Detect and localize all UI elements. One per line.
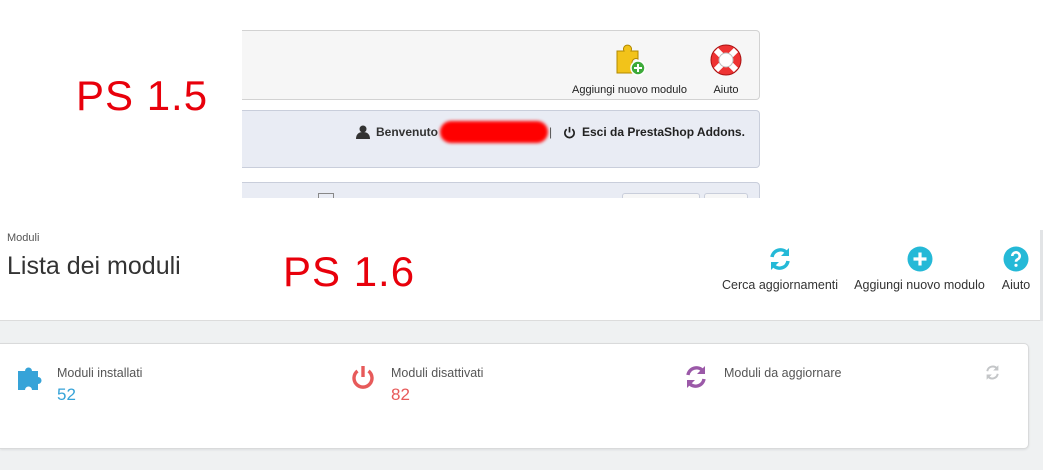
redacted-username bbox=[440, 121, 548, 143]
add-module-button[interactable]: Aggiungi nuovo modulo bbox=[853, 246, 986, 292]
refresh-kpi-icon[interactable] bbox=[984, 364, 1001, 381]
puzzle-add-icon bbox=[616, 44, 646, 76]
old-welcome-bar: Benvenuto | Esci da PrestaShop Addons. bbox=[242, 110, 760, 168]
version-label-ps16: PS 1.6 bbox=[283, 248, 416, 295]
logout-power-icon[interactable] bbox=[563, 126, 576, 139]
kpi-installed-label: Moduli installati bbox=[57, 366, 143, 380]
lifebuoy-icon bbox=[710, 44, 742, 76]
old-help-button[interactable]: Aiuto bbox=[704, 43, 748, 96]
refresh-icon bbox=[686, 366, 706, 388]
help-label: Aiuto bbox=[1001, 278, 1031, 292]
old-add-module-button[interactable]: Aggiungi nuovo modulo bbox=[572, 43, 687, 96]
plus-circle-icon bbox=[907, 246, 932, 272]
add-module-label: Aggiungi nuovo modulo bbox=[854, 278, 985, 292]
old-add-module-label: Aggiungi nuovo modulo bbox=[572, 84, 687, 96]
welcome-greeting: Benvenuto bbox=[376, 125, 439, 139]
version-label-ps15: PS 1.5 bbox=[76, 72, 209, 119]
old-toolbar: Aggiungi nuovo modulo Aiuto bbox=[242, 30, 760, 100]
puzzle-icon bbox=[18, 367, 42, 390]
kpi-installed-value: 52 bbox=[57, 385, 76, 404]
logout-link[interactable]: Esci da PrestaShop Addons. bbox=[582, 125, 745, 139]
kpi-panel: Moduli installati 52 Moduli disattivati … bbox=[0, 343, 1029, 449]
page-title: Lista dei moduli bbox=[7, 252, 181, 280]
welcome-separator: | bbox=[549, 125, 553, 139]
help-button[interactable]: Aiuto bbox=[1000, 246, 1032, 292]
check-updates-label: Cerca aggiornamenti bbox=[722, 278, 839, 292]
kpi-disabled-label: Moduli disattivati bbox=[391, 366, 484, 380]
refresh-icon bbox=[770, 248, 790, 270]
kpi-updates-label: Moduli da aggiornare bbox=[724, 366, 842, 380]
breadcrumb[interactable]: Moduli bbox=[7, 232, 39, 244]
power-icon bbox=[352, 366, 374, 389]
question-circle-icon bbox=[1003, 246, 1029, 272]
old-help-label: Aiuto bbox=[713, 84, 739, 96]
kpi-disabled-value: 82 bbox=[391, 385, 410, 404]
check-updates-button[interactable]: Cerca aggiornamenti bbox=[722, 246, 838, 292]
user-icon bbox=[356, 125, 370, 139]
